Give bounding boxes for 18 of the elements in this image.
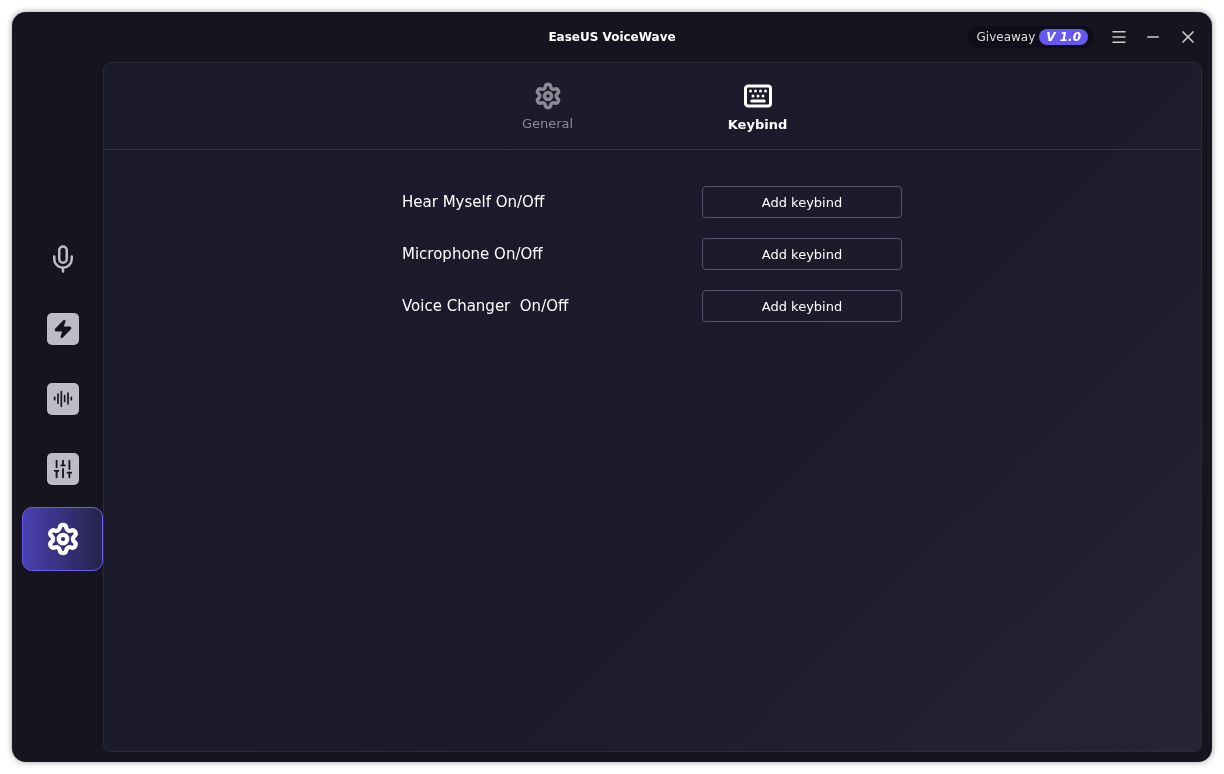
keybind-label: Microphone On/Off (402, 245, 544, 263)
add-keybind-button[interactable]: Add keybind (702, 290, 902, 322)
tab[interactable]: Keybind (707, 63, 808, 149)
tab[interactable]: General (497, 63, 598, 149)
version-badge: V 1.0 (1039, 29, 1088, 45)
add-keybind-button[interactable]: Add keybind (702, 238, 902, 270)
add-keybind-button[interactable]: Add keybind (702, 186, 902, 218)
lightning-icon (46, 313, 79, 345)
sliders-icon (46, 453, 79, 485)
giveaway-badge[interactable]: Giveaway V 1.0 (967, 26, 1094, 48)
sidebar-item[interactable] (22, 507, 103, 571)
window-title: EaseUS VoiceWave (548, 30, 676, 44)
menu-icon[interactable] (1110, 28, 1128, 46)
keybind-label: Voice Changer On/Off (402, 297, 570, 315)
waveform-icon (46, 383, 79, 415)
keybind-label: Hear Myself On/Off (402, 193, 546, 211)
gear-icon (533, 81, 562, 110)
settings-icon (45, 522, 80, 556)
